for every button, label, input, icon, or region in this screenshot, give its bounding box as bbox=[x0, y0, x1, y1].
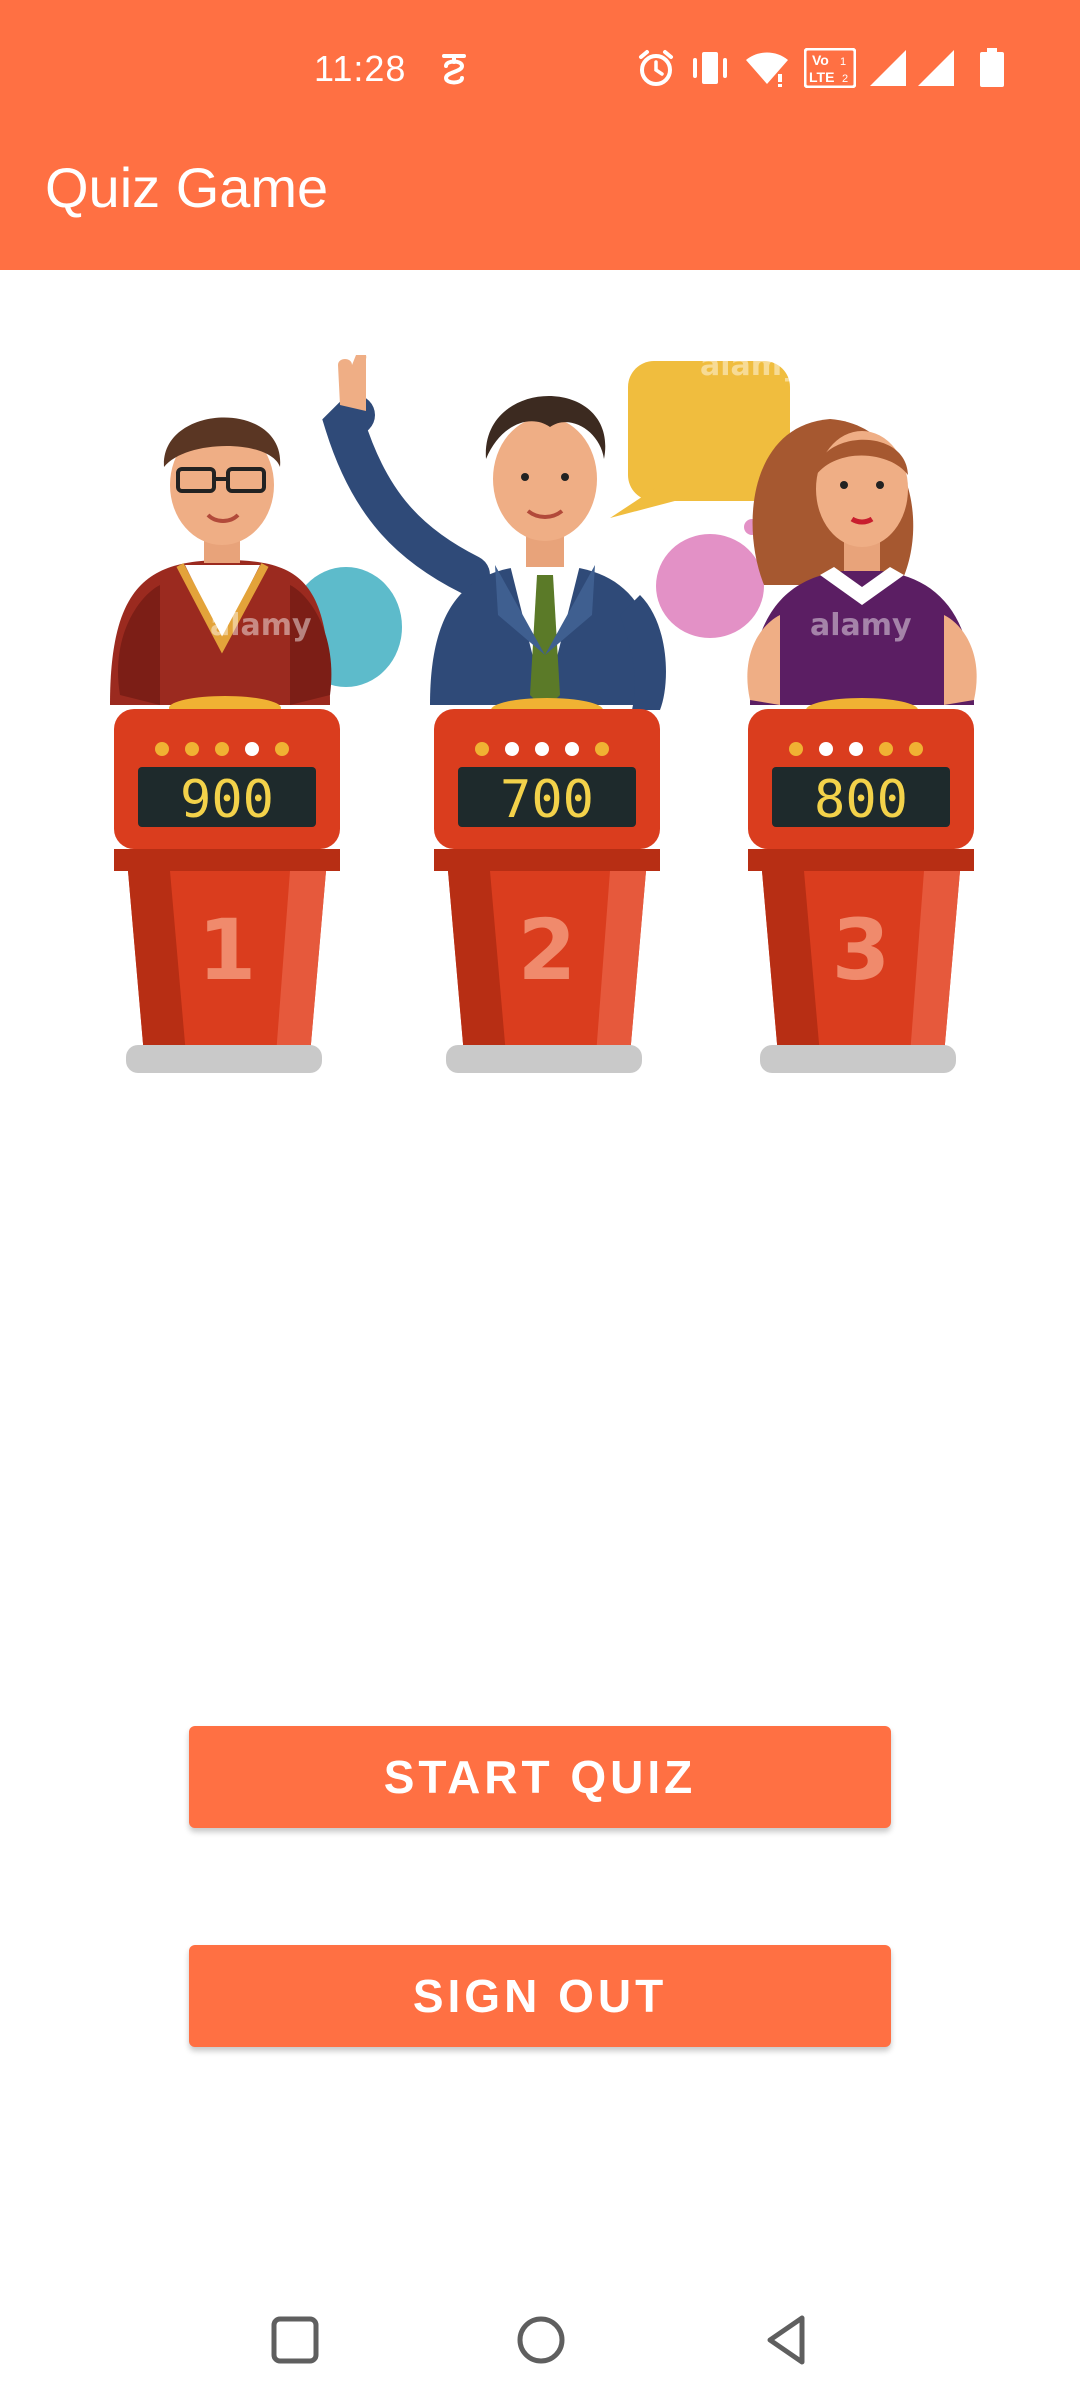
back-icon[interactable] bbox=[758, 2310, 818, 2370]
score-display-1: 900 bbox=[180, 770, 274, 830]
podium-1 bbox=[114, 709, 340, 1073]
contestant-1 bbox=[110, 417, 332, 720]
system-nav-bar bbox=[0, 2280, 1080, 2400]
svg-text:LTE: LTE bbox=[809, 69, 834, 85]
recents-icon[interactable] bbox=[265, 2310, 325, 2370]
podium-2 bbox=[434, 709, 660, 1073]
app-header: 11:28 Vo LTE 1 2 Quiz Game bbox=[0, 0, 1080, 270]
watermark-1: alamy bbox=[210, 608, 312, 643]
podium-number-1: 1 bbox=[198, 901, 256, 999]
alarm-icon bbox=[639, 50, 673, 86]
svg-text:2: 2 bbox=[842, 73, 848, 85]
status-time: 11:28 bbox=[314, 48, 407, 89]
score-display-2: 700 bbox=[500, 770, 594, 830]
status-bar: 11:28 Vo LTE 1 2 bbox=[0, 0, 1080, 140]
contestant-3 bbox=[747, 419, 977, 722]
cell-signal-icon bbox=[870, 50, 906, 86]
start-quiz-button[interactable]: START QUIZ bbox=[189, 1726, 891, 1828]
signal-s-icon bbox=[442, 54, 466, 85]
podium-number-2: 2 bbox=[518, 901, 576, 999]
watermark-2: alamy bbox=[810, 608, 912, 643]
svg-text:1: 1 bbox=[840, 56, 846, 68]
vibrate-icon bbox=[693, 52, 727, 84]
cell-signal-2-icon bbox=[918, 50, 954, 86]
volte-icon: Vo LTE 1 2 bbox=[804, 48, 856, 88]
game-show-illustration: 900 1 700 2 800 3 alamy alamy alamy bbox=[110, 355, 977, 1073]
svg-text:Vo: Vo bbox=[812, 52, 829, 68]
home-icon[interactable] bbox=[511, 2310, 571, 2370]
battery-icon bbox=[980, 48, 1004, 87]
score-display-3: 800 bbox=[814, 770, 908, 830]
podium-3 bbox=[748, 709, 974, 1073]
podium-number-3: 3 bbox=[832, 901, 890, 999]
wifi-icon bbox=[746, 52, 788, 87]
app-title: Quiz Game bbox=[45, 156, 329, 219]
watermark-3: alamy bbox=[700, 355, 802, 383]
sign-out-button[interactable]: SIGN OUT bbox=[189, 1945, 891, 2047]
screen: 11:28 Vo LTE 1 2 Quiz Game 900 1 700 2 8… bbox=[0, 0, 1080, 2400]
